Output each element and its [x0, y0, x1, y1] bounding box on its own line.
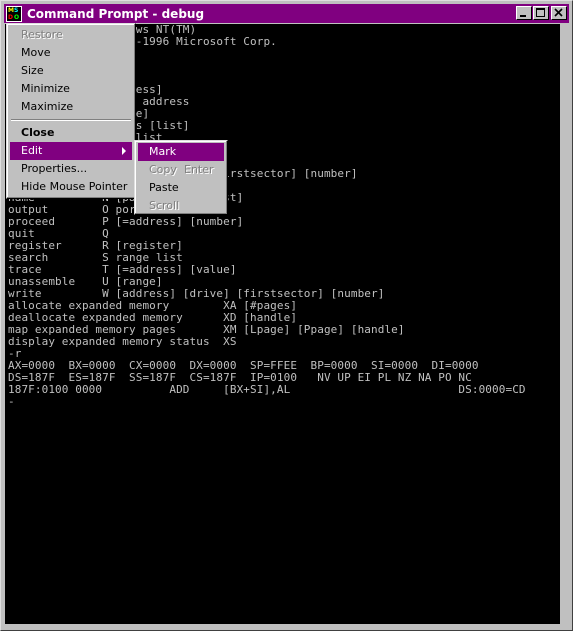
title-bar-buttons: [515, 6, 567, 20]
menu-item-maximize[interactable]: Maximize: [10, 98, 132, 116]
close-icon: [554, 8, 563, 17]
menu-item-properties[interactable]: Properties...: [10, 160, 132, 178]
menu-item-minimize[interactable]: Minimize: [10, 80, 132, 98]
maximize-icon: [536, 8, 545, 17]
close-button[interactable]: [551, 6, 567, 20]
submenu-item-mark[interactable]: Mark: [138, 143, 224, 161]
menu-item-edit-label: Edit: [21, 144, 43, 157]
submenu-item-copy[interactable]: Copy Enter: [138, 161, 224, 179]
console-line: -: [8, 395, 15, 408]
menu-item-restore[interactable]: Restore: [10, 26, 132, 44]
menu-item-edit[interactable]: Edit: [10, 142, 132, 160]
minimize-button[interactable]: [516, 6, 532, 20]
minimize-icon: [520, 15, 526, 17]
maximize-button[interactable]: [533, 6, 549, 20]
menu-item-hide-mouse-pointer[interactable]: Hide Mouse Pointer: [10, 178, 132, 196]
menu-separator: [11, 119, 131, 121]
submenu-item-paste[interactable]: Paste: [138, 179, 224, 197]
menu-item-move[interactable]: Move: [10, 44, 132, 62]
submenu-item-copy-shortcut: Enter: [184, 163, 214, 176]
ms-dos-icon[interactable]: M S D O: [6, 5, 22, 22]
submenu-arrow-icon: [122, 147, 126, 155]
submenu-item-copy-label: Copy: [149, 163, 177, 176]
console-line: display expanded memory status XS: [8, 335, 237, 348]
window-title: Command Prompt - debug: [27, 6, 205, 21]
console-line: 187F:0100 0000 ADD [BX+SI],AL DS:0000=CD: [8, 383, 526, 396]
menu-item-close[interactable]: Close: [10, 124, 132, 142]
title-bar[interactable]: M S D O Command Prompt - debug: [4, 4, 569, 23]
system-menu: Restore Move Size Minimize Maximize Clos…: [6, 23, 136, 199]
submenu-item-scroll[interactable]: Scroll: [138, 197, 224, 215]
console-right-gutter: [560, 24, 570, 624]
edit-submenu: Mark Copy Enter Paste Scroll: [134, 140, 228, 215]
menu-item-size[interactable]: Size: [10, 62, 132, 80]
